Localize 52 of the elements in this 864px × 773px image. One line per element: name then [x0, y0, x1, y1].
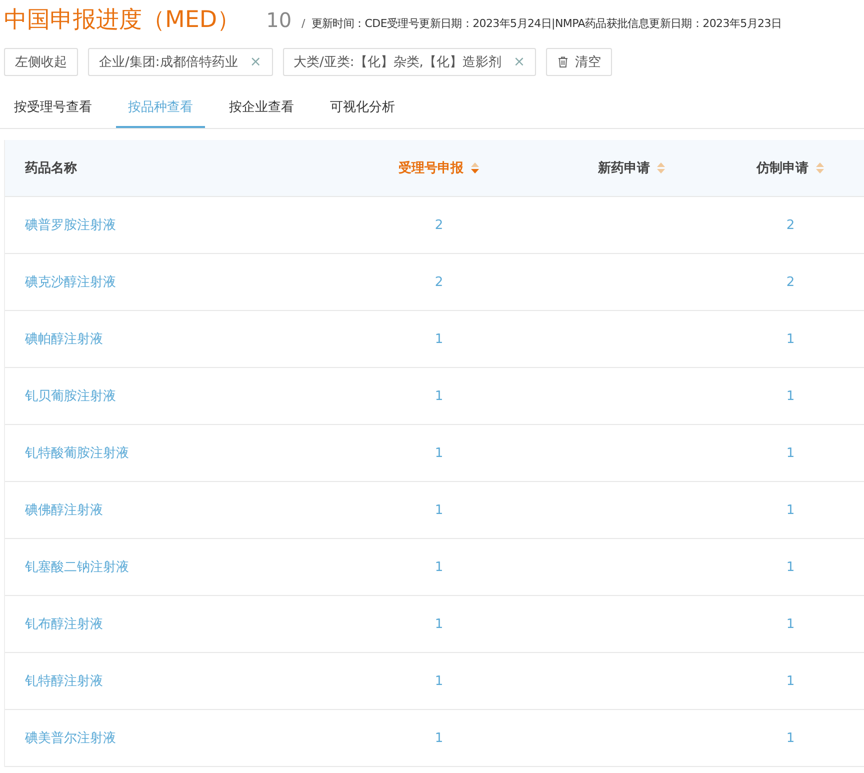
count-link[interactable]: 1 — [786, 332, 795, 346]
close-icon[interactable]: × — [513, 54, 526, 70]
separator-slash: / — [302, 17, 306, 30]
drug-name-link[interactable]: 钆塞酸二钠注射液 — [25, 558, 129, 576]
count-link[interactable]: 1 — [434, 560, 444, 574]
count-link[interactable]: 1 — [434, 446, 444, 460]
update-info: 更新时间：CDE受理号更新日期：2023年5月24日|NMPA药品获批信息更新日期：2023年5月23日 — [311, 16, 782, 31]
view-tab[interactable]: 按品种查看 — [116, 94, 205, 128]
count-link[interactable]: 2 — [434, 218, 444, 232]
count-link[interactable]: 1 — [434, 730, 444, 746]
count-link[interactable]: 2 — [786, 218, 795, 232]
count-link[interactable]: 1 — [434, 332, 444, 346]
page-title: 中国申报进度（MED） — [4, 6, 240, 35]
count-link[interactable]: 1 — [786, 674, 795, 688]
drug-name-link[interactable]: 碘普罗胺注射液 — [25, 216, 116, 234]
count-link[interactable]: 2 — [434, 274, 444, 290]
count-link[interactable]: 1 — [434, 502, 444, 518]
drug-name-link[interactable]: 碘佛醇注射液 — [25, 501, 103, 519]
count-link[interactable]: 1 — [786, 560, 795, 574]
sort-icon[interactable] — [656, 161, 666, 175]
count-link[interactable]: 1 — [786, 446, 795, 460]
close-icon[interactable]: × — [250, 54, 262, 70]
trash-icon — [557, 56, 570, 68]
drug-name-link[interactable]: 碘克沙醇注射液 — [25, 273, 116, 291]
view-tab[interactable]: 按受理号查看 — [14, 94, 92, 128]
column-header[interactable]: 仿制申请 — [756, 159, 808, 177]
count-link[interactable]: 1 — [434, 388, 444, 404]
collapse-sidebar-button[interactable]: 左侧收起 — [4, 48, 78, 76]
clear-button[interactable]: 清空 — [546, 48, 612, 76]
count-link[interactable]: 2 — [786, 274, 795, 290]
view-tab[interactable]: 可视化分析 — [330, 94, 395, 128]
column-header[interactable]: 新药申请 — [598, 159, 650, 177]
count-link[interactable]: 1 — [434, 674, 444, 688]
drug-name-link[interactable]: 碘帕醇注射液 — [25, 330, 103, 348]
result-count: 10 — [266, 8, 292, 32]
drug-name-link[interactable]: 钆布醇注射液 — [25, 615, 103, 633]
count-link[interactable]: 1 — [786, 388, 795, 404]
filter-label: 企业/集团:成都倍特药业 — [99, 54, 238, 71]
count-link[interactable]: 1 — [786, 616, 795, 632]
count-link[interactable]: 1 — [786, 502, 795, 518]
drug-name-link[interactable]: 钆贝葡胺注射液 — [25, 387, 116, 405]
sort-icon[interactable] — [814, 161, 824, 175]
filter-label: 大类/亚类:【化】杂类,【化】造影剂 — [294, 54, 502, 71]
drug-name-link[interactable]: 钆特酸葡胺注射液 — [25, 444, 129, 462]
view-tab[interactable]: 按企业查看 — [229, 94, 294, 128]
count-link[interactable]: 1 — [786, 730, 795, 746]
count-link[interactable]: 1 — [434, 616, 444, 632]
sort-icon[interactable] — [470, 161, 480, 175]
drug-name-link[interactable]: 碘美普尔注射液 — [25, 729, 116, 747]
column-header: 药品名称 — [25, 160, 77, 177]
drug-name-link[interactable]: 钆特醇注射液 — [25, 672, 103, 690]
column-header[interactable]: 受理号申报 — [398, 159, 464, 177]
